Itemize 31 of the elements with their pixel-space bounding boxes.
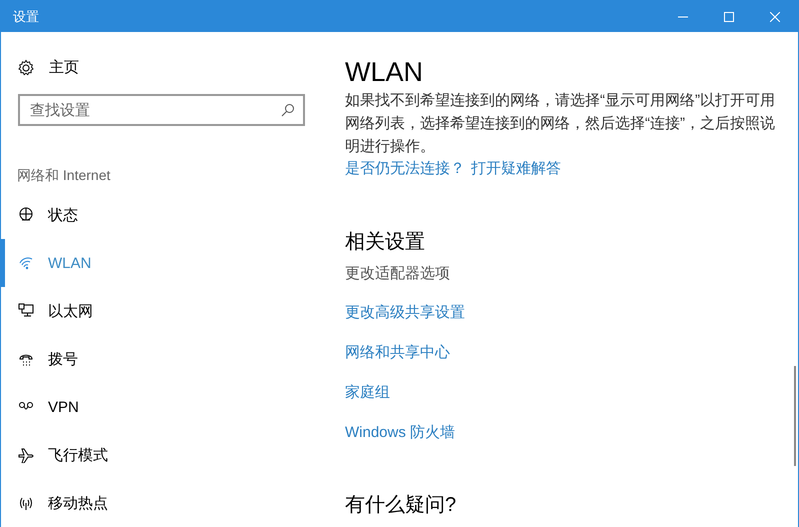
nav-item[interactable]: 飞行模式 (1, 431, 330, 479)
nav-item[interactable]: WLAN (1, 239, 330, 287)
section-heading: 有什么疑问? (345, 493, 458, 518)
section-heading: 网络和 Internet (17, 166, 112, 185)
gear-icon (17, 58, 35, 76)
nav-item[interactable]: 拨号 (1, 335, 330, 383)
airplane-icon (18, 447, 34, 463)
nav-item[interactable]: 以太网 (1, 287, 330, 335)
settings-link[interactable]: Windows 防火墙 (345, 422, 456, 442)
maximize-icon (724, 12, 734, 22)
hotspot-icon (18, 495, 34, 511)
scrollbar[interactable] (794, 366, 796, 466)
search-field[interactable]: 查找设置 (18, 94, 305, 126)
close-icon (770, 12, 780, 22)
nav-item[interactable]: 状态 (1, 191, 330, 239)
settings-link[interactable]: 家庭组 (345, 382, 390, 402)
monitor-icon (18, 303, 34, 319)
globe-monitor-icon (18, 207, 34, 223)
description-text: 如果找不到希望连接到的网络，请选择“显示可用网络”以打开可用网络列表，选择希望连接到的网络，然后选择“连接”，之后按照说明进行操作。 (345, 91, 775, 157)
page-title: WLAN (345, 56, 424, 89)
wifi-icon (18, 255, 34, 271)
home-link[interactable]: 主页 (1, 52, 330, 83)
settings-link[interactable]: 更改高级共享设置 (345, 302, 465, 322)
search-icon (281, 103, 295, 117)
settings-link[interactable]: 网络和共享中心 (345, 342, 450, 362)
window-title: 设置 (12, 8, 40, 26)
help-link[interactable]: 是否仍无法连接？ (345, 158, 465, 180)
troubleshoot-link[interactable]: 打开疑难解答 (471, 158, 561, 180)
nav-item[interactable]: VPN (1, 383, 330, 431)
section-heading: 相关设置 (345, 230, 426, 254)
nav-item[interactable]: 移动热点 (1, 479, 330, 527)
